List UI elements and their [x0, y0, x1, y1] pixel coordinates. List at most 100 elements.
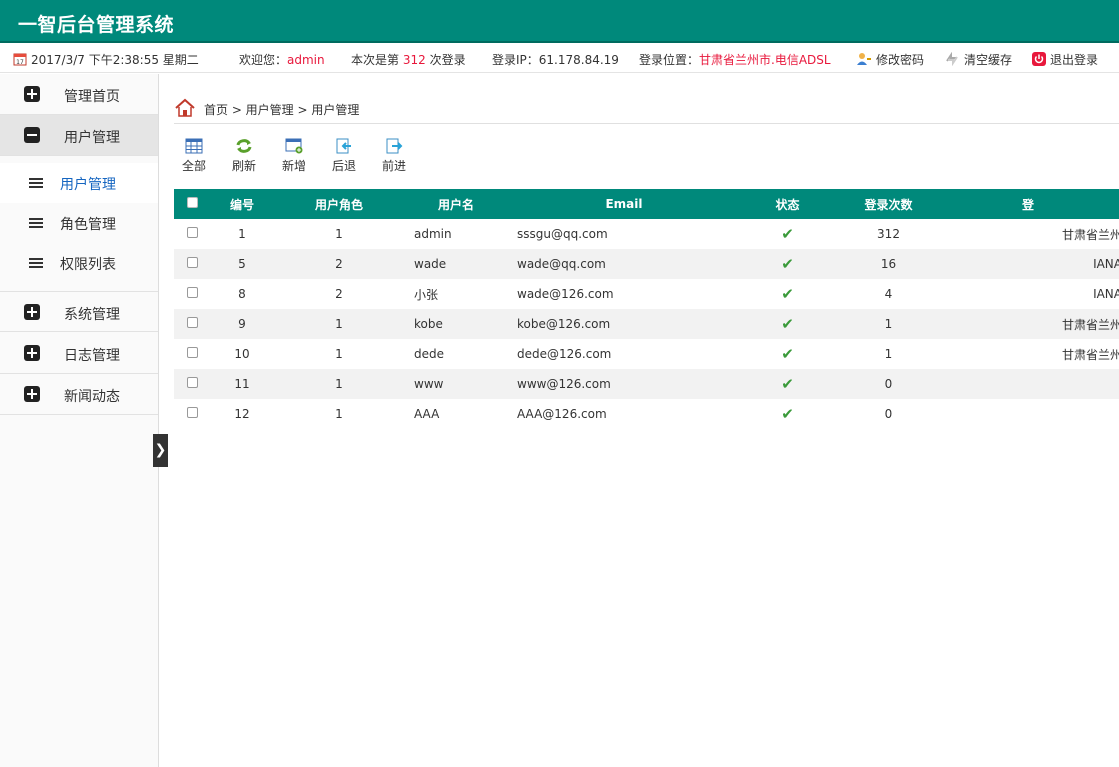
cell-role: 1: [274, 369, 404, 399]
cell-login-count: 0: [835, 369, 942, 399]
toolbar-all-button[interactable]: 全部: [174, 138, 214, 174]
minus-icon: [24, 127, 40, 143]
datetime: 17 2017/3/7 下午2:38:55 星期二: [13, 51, 199, 68]
cell-id: 12: [234, 407, 250, 421]
sidebar-item-role-management[interactable]: 角色管理: [0, 203, 158, 243]
row-checkbox[interactable]: [174, 249, 210, 279]
row-checkbox[interactable]: [174, 219, 210, 249]
clear-cache-link[interactable]: 清空缓存: [944, 51, 1012, 68]
location-prefix: 登录位置：: [639, 53, 700, 67]
cell-email: www@126.com: [508, 369, 740, 399]
plus-icon: [24, 345, 40, 361]
plus-icon: [24, 304, 40, 320]
sidebar-menu-users[interactable]: 用户管理: [0, 115, 158, 156]
toolbar-refresh-label: 刷新: [231, 159, 256, 173]
toolbar-forward-button[interactable]: 前进: [374, 138, 414, 174]
cell-email: wade@qq.com: [508, 249, 740, 279]
power-icon: [1032, 52, 1046, 66]
status-check-icon: ✔: [781, 345, 794, 363]
table-row[interactable]: 10 1 dede dede@126.com ✔ 1 甘肃省兰州: [174, 339, 1119, 369]
list-icon: [29, 258, 43, 269]
column-header-location: 登: [942, 189, 1119, 219]
cell-login-count: 4: [884, 287, 893, 301]
cell-username: admin: [414, 227, 452, 241]
sidebar-item-user-management[interactable]: 用户管理: [0, 163, 158, 203]
row-checkbox[interactable]: [174, 339, 210, 369]
cell-email: kobe@126.com: [508, 309, 740, 339]
column-header-email: Email: [508, 189, 740, 219]
sidebar-menu-home[interactable]: 管理首页: [0, 74, 158, 115]
row-checkbox[interactable]: [174, 309, 210, 339]
cell-login-count: 0: [884, 407, 893, 421]
home-icon: [175, 98, 195, 117]
cell-login-count: 1: [835, 309, 942, 339]
row-checkbox[interactable]: [174, 279, 210, 309]
login-count-prefix: 本次是第: [351, 53, 400, 67]
cell-location: [942, 369, 1119, 399]
login-count-value: 312: [402, 53, 426, 67]
cell-id: 8: [238, 287, 246, 301]
sidebar-item-permission-list[interactable]: 权限列表: [0, 243, 158, 283]
table-row[interactable]: 11 1 www www@126.com ✔ 0: [174, 369, 1119, 399]
cell-location: [942, 399, 1119, 429]
toolbar-add-button[interactable]: 新增: [274, 138, 314, 174]
plus-icon: [24, 386, 40, 402]
cell-location: 甘肃省兰州: [1061, 227, 1119, 242]
cell-location: IANA: [942, 249, 1119, 279]
sidebar-menu-system[interactable]: 系统管理: [0, 291, 158, 332]
back-icon: [336, 138, 351, 154]
cell-username: wade: [404, 249, 508, 279]
cell-email: wade@126.com: [517, 287, 614, 301]
cell-login-count: 16: [835, 249, 942, 279]
top-header: 一智后台管理系统: [0, 0, 1119, 43]
list-icon: [29, 218, 43, 229]
datetime-text: 2017/3/7 下午2:38:55 星期二: [31, 53, 199, 67]
sidebar-menu-news[interactable]: 新闻动态: [0, 374, 158, 415]
row-checkbox[interactable]: [174, 399, 210, 429]
toolbar-refresh-button[interactable]: 刷新: [224, 138, 264, 174]
sidebar-menu-logs[interactable]: 日志管理: [0, 333, 158, 374]
grid-icon: [185, 138, 203, 154]
info-bar: 17 2017/3/7 下午2:38:55 星期二 欢迎您：admin 本次是第…: [0, 43, 1119, 73]
toolbar-back-label: 后退: [331, 159, 356, 173]
calendar-icon: 17: [13, 53, 27, 66]
refresh-icon: [236, 139, 252, 153]
cell-username: dede: [414, 347, 444, 361]
sidebar-item-label: 角色管理: [60, 217, 116, 233]
user-table: 编号 用户角色 用户名 Email 状态 登录次数 登 1 1 admin sssgu…: [174, 189, 1119, 429]
select-all-checkbox[interactable]: [174, 189, 210, 219]
app-title: 一智后台管理系统: [18, 14, 175, 36]
welcome: 欢迎您：admin: [239, 51, 325, 68]
table-row[interactable]: 12 1 AAA AAA@126.com ✔ 0: [174, 399, 1119, 429]
svg-text:17: 17: [16, 59, 24, 66]
row-checkbox[interactable]: [174, 369, 210, 399]
cell-role: 1: [335, 407, 343, 421]
status-check-icon: ✔: [740, 309, 835, 339]
table-row[interactable]: 1 1 admin sssgu@qq.com ✔ 312 甘肃省兰州: [174, 219, 1119, 249]
login-location: 登录位置：甘肃省兰州市.电信ADSL: [639, 51, 831, 68]
clear-cache-label: 清空缓存: [964, 53, 1013, 67]
breadcrumb: 首页 > 用户管理 > 用户管理: [174, 96, 1119, 124]
table-row[interactable]: 8 2 小张 wade@126.com ✔ 4 IANA: [174, 279, 1119, 309]
status-check-icon: ✔: [781, 285, 794, 303]
sidebar-menu-label: 日志管理: [64, 348, 120, 364]
column-header-login-count: 登录次数: [835, 189, 942, 219]
sidebar-collapse-button[interactable]: ❯: [153, 434, 168, 467]
cell-username: 小张: [414, 287, 439, 302]
status-check-icon: ✔: [740, 249, 835, 279]
cell-email: sssgu@qq.com: [517, 227, 608, 241]
table-row[interactable]: 9 1 kobe kobe@126.com ✔ 1 甘肃省兰州: [174, 309, 1119, 339]
sidebar-menu-label: 用户管理: [64, 130, 120, 146]
sidebar-menu-label: 管理首页: [64, 89, 120, 105]
add-window-icon: [285, 138, 303, 154]
sidebar-item-label: 权限列表: [60, 257, 116, 273]
toolbar-back-button[interactable]: 后退: [324, 138, 364, 174]
column-header-username: 用户名: [404, 189, 508, 219]
cell-id: 10: [234, 347, 250, 361]
logout-link[interactable]: 退出登录: [1032, 51, 1098, 68]
change-password-link[interactable]: 修改密码: [856, 51, 924, 68]
cell-username: AAA: [414, 407, 440, 421]
cell-role: 2: [274, 249, 404, 279]
refresh-cache-icon: [946, 52, 958, 66]
table-row[interactable]: 5 2 wade wade@qq.com ✔ 16 IANA: [174, 249, 1119, 279]
